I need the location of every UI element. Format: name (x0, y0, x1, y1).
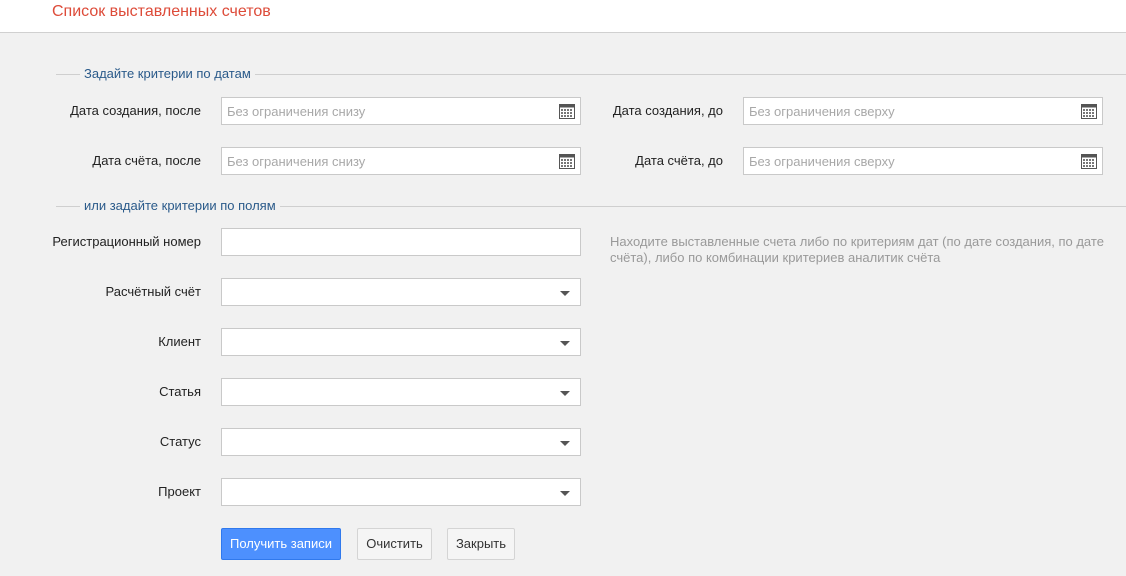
chevron-down-icon[interactable] (560, 491, 570, 496)
status-label: Статус (159, 434, 201, 449)
invoice-after-field[interactable] (221, 147, 581, 175)
date-criteria-legend-text: Задайте критерии по датам (80, 66, 255, 82)
chevron-down-icon[interactable] (560, 441, 570, 446)
invoice-before-label: Дата счёта, до (635, 153, 723, 168)
page-title: Список выставленных счетов (52, 3, 271, 20)
calendar-icon[interactable] (559, 154, 575, 169)
date-criteria-legend: Задайте критерии по датам (56, 66, 1126, 82)
client-select[interactable] (221, 328, 581, 356)
project-label: Проект (158, 484, 201, 499)
calendar-icon[interactable] (1081, 154, 1097, 169)
created-after-input[interactable] (227, 98, 547, 124)
reg-number-field[interactable] (221, 228, 581, 256)
reg-number-label: Регистрационный номер (52, 234, 201, 249)
reg-number-input[interactable] (227, 229, 547, 255)
chevron-down-icon[interactable] (560, 341, 570, 346)
client-label: Клиент (158, 334, 201, 349)
project-select[interactable] (221, 478, 581, 506)
invoice-before-input[interactable] (749, 148, 1069, 174)
get-records-button[interactable]: Получить записи (221, 528, 341, 560)
calendar-icon[interactable] (1081, 104, 1097, 119)
article-select[interactable] (221, 378, 581, 406)
account-select[interactable] (221, 278, 581, 306)
close-button[interactable]: Закрыть (447, 528, 515, 560)
search-hint: Находите выставленные счета либо по крит… (610, 234, 1104, 265)
chevron-down-icon[interactable] (560, 291, 570, 296)
created-before-field[interactable] (743, 97, 1103, 125)
invoice-before-field[interactable] (743, 147, 1103, 175)
fields-criteria-legend: или задайте критерии по полям (56, 198, 1126, 214)
calendar-icon[interactable] (559, 104, 575, 119)
chevron-down-icon[interactable] (560, 391, 570, 396)
invoice-after-input[interactable] (227, 148, 547, 174)
created-after-field[interactable] (221, 97, 581, 125)
article-label: Статья (159, 384, 201, 399)
clear-button[interactable]: Очистить (357, 528, 432, 560)
status-select[interactable] (221, 428, 581, 456)
created-after-label: Дата создания, после (70, 103, 201, 118)
fields-criteria-legend-text: или задайте критерии по полям (80, 198, 280, 214)
created-before-label: Дата создания, до (612, 103, 723, 118)
invoice-after-label: Дата счёта, после (92, 153, 201, 168)
account-label: Расчётный счёт (105, 284, 202, 299)
page-header: Список выставленных счетов (0, 0, 1126, 33)
created-before-input[interactable] (749, 98, 1069, 124)
